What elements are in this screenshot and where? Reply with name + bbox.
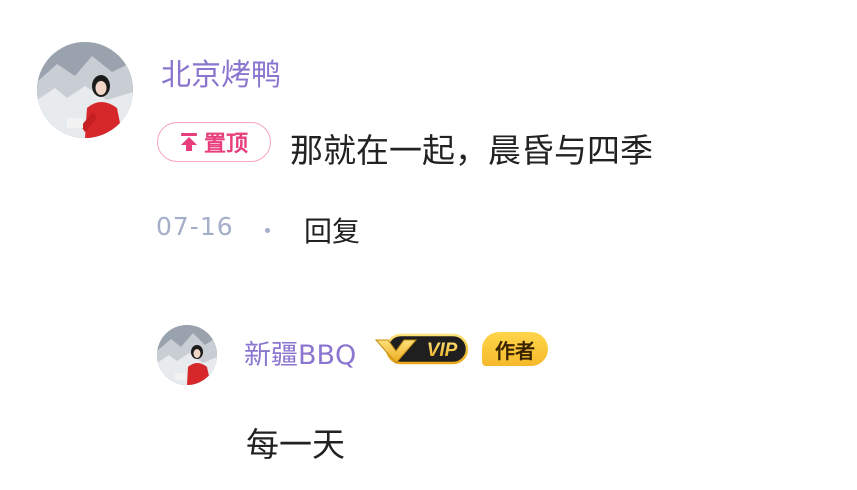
pinned-badge: 置顶 — [157, 122, 271, 162]
reply-button[interactable]: 回复 — [304, 210, 360, 250]
pinned-label: 置顶 — [203, 132, 248, 157]
vip-label: VIP — [427, 340, 458, 361]
meta-separator-dot — [265, 228, 270, 233]
author-badge: 作者 — [482, 332, 548, 366]
commenter-avatar[interactable] — [37, 42, 133, 138]
reply-username[interactable]: 新疆BBQ — [244, 333, 356, 372]
commenter-username[interactable]: 北京烤鸭 — [161, 50, 281, 94]
comment-date: 07-16 — [156, 212, 234, 241]
comment-text: 那就在一起，晨昏与四季 — [290, 131, 653, 170]
pin-top-icon — [180, 133, 197, 151]
reply-avatar[interactable] — [157, 325, 217, 385]
vip-badge: VIP — [374, 333, 469, 365]
reply-text: 每一天 — [246, 425, 345, 464]
